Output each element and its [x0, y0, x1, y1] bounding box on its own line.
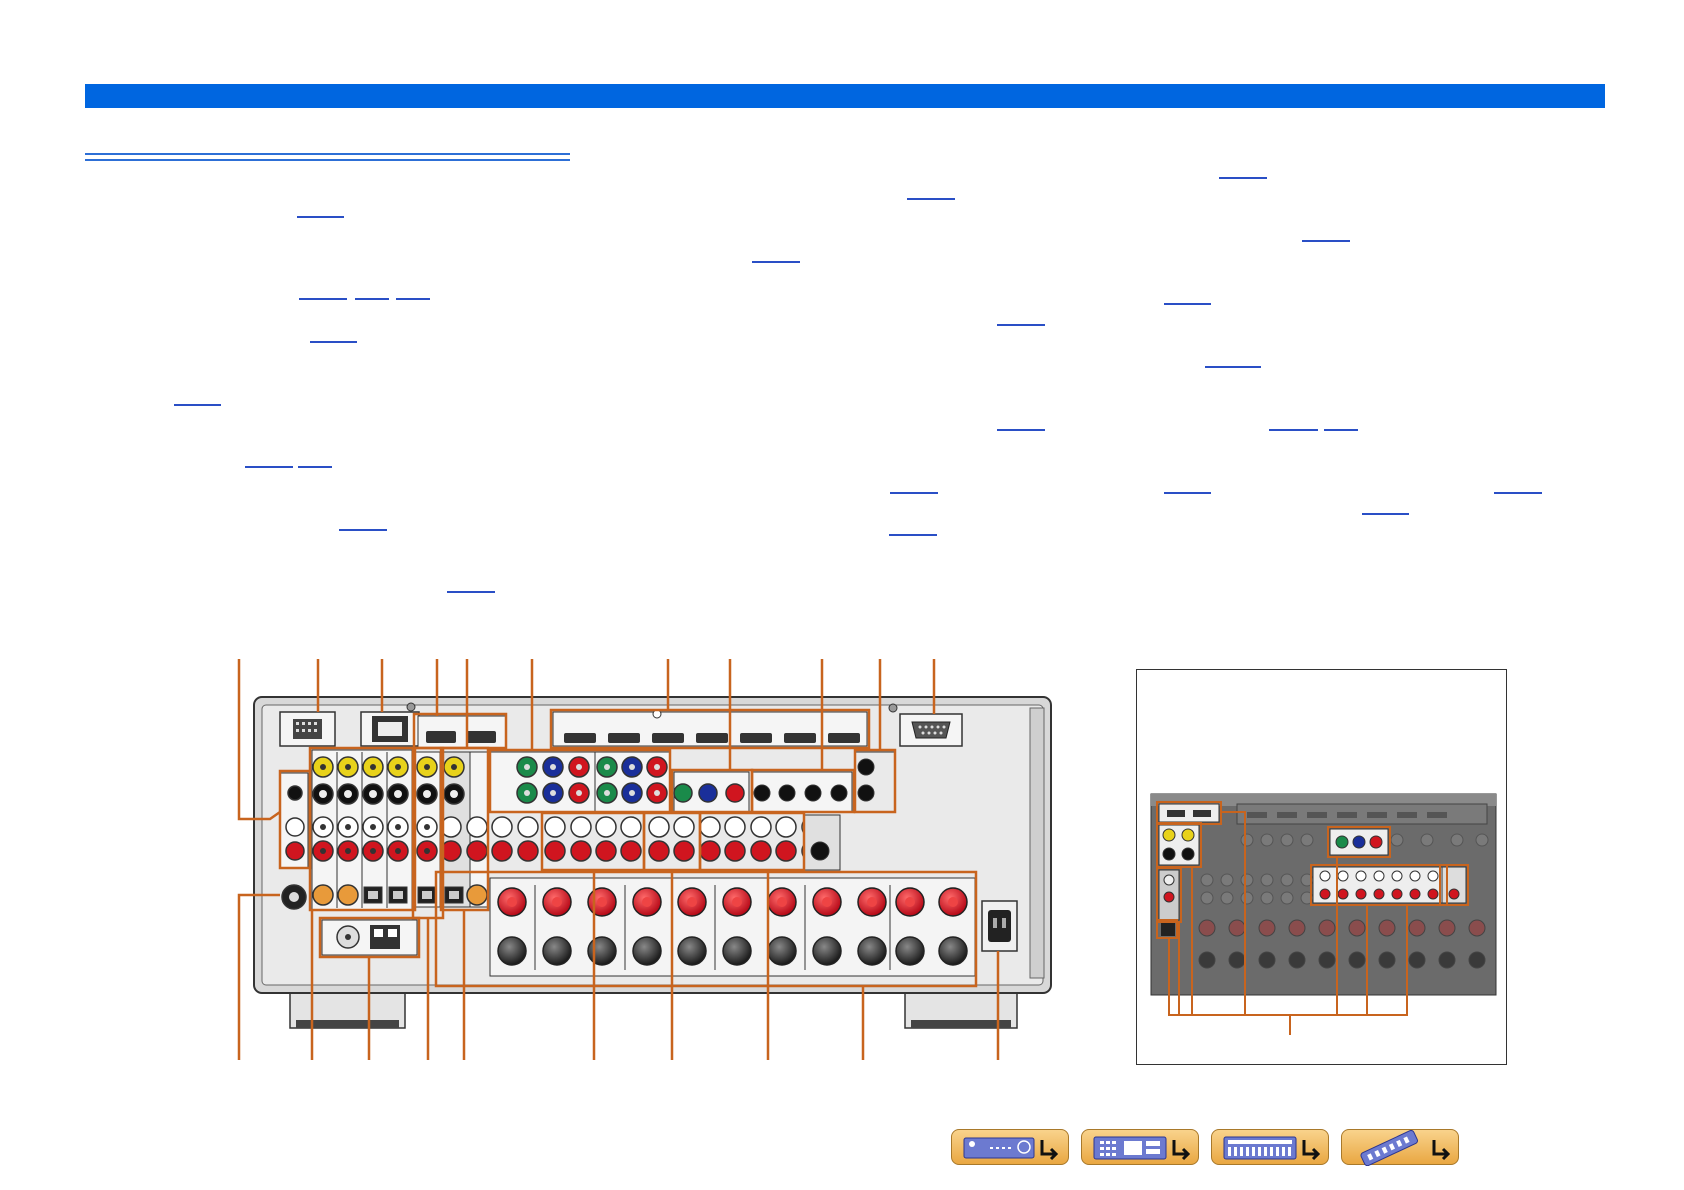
- inset-rear-panel: [1150, 793, 1497, 1035]
- remote-control-icon: [1360, 1130, 1451, 1166]
- audio-left-jacks: [285, 816, 823, 838]
- nav-front-display-button[interactable]: [1081, 1129, 1199, 1165]
- display-grid-icon: [1093, 1136, 1191, 1161]
- nav-rear-panel-button[interactable]: [1211, 1129, 1329, 1165]
- nav-remote-control-button[interactable]: [1341, 1129, 1459, 1166]
- rear-panel-icon: [1223, 1136, 1321, 1161]
- audio-right-jacks: [285, 840, 823, 862]
- receiver-front-icon: [963, 1137, 1059, 1161]
- inset-diagram-box: [1136, 669, 1507, 1065]
- nav-front-panel-button[interactable]: [951, 1129, 1069, 1165]
